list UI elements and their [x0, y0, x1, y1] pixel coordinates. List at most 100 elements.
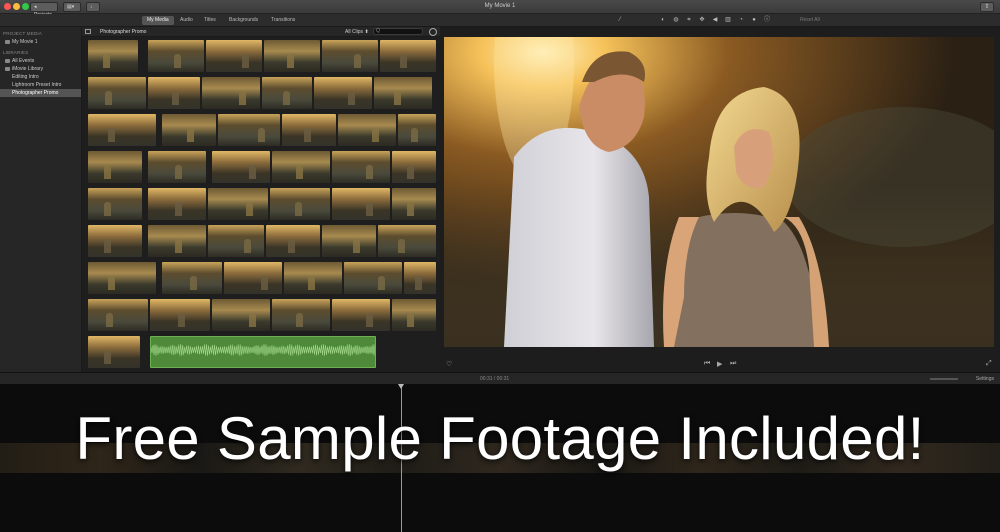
skip-back-icon[interactable]: ⏮ [704, 360, 710, 368]
sidebar-item-imovie-library[interactable]: iMovie Library [0, 65, 81, 73]
speed-icon[interactable]: ◔ [737, 16, 745, 25]
media-clip-thumbnail[interactable] [272, 299, 330, 331]
media-clip-thumbnail[interactable] [322, 225, 376, 257]
media-clip-thumbnail[interactable] [88, 188, 142, 220]
media-clip-thumbnail[interactable] [314, 77, 372, 109]
thumbnail-figure [106, 313, 113, 327]
sidebar-item-editing-intro[interactable]: Editing Intro [0, 73, 81, 81]
thumbnail-figure [371, 128, 379, 142]
tab-backgrounds[interactable]: Backgrounds [224, 16, 263, 25]
media-clip-thumbnail[interactable] [378, 225, 436, 257]
thumbnail-figure [175, 165, 183, 179]
media-clip-thumbnail[interactable] [392, 151, 436, 183]
thumbnail-figure [365, 313, 373, 327]
media-clip-thumbnail[interactable] [284, 262, 342, 294]
media-clip-thumbnail[interactable] [88, 114, 156, 146]
media-clip-thumbnail[interactable] [208, 188, 268, 220]
sidebar-item-project[interactable]: My Movie 1 [0, 38, 81, 46]
thumbnail-figure [105, 91, 113, 105]
timeline-settings-button[interactable]: Settings [976, 376, 994, 382]
crop-icon[interactable]: ⌗ [685, 16, 693, 25]
media-clip-thumbnail[interactable] [332, 151, 390, 183]
media-clip-thumbnail[interactable] [88, 225, 142, 257]
media-clip-thumbnail[interactable] [404, 262, 436, 294]
thumbnail-figure [286, 54, 294, 68]
media-clip-thumbnail[interactable] [224, 262, 282, 294]
media-clip-thumbnail[interactable] [332, 299, 390, 331]
media-clip-thumbnail[interactable] [206, 40, 262, 72]
media-clip-thumbnail[interactable] [88, 262, 156, 294]
media-browser: Photographer Promo All Clips ⬍ Q [82, 27, 440, 372]
timeline-zoom-slider[interactable] [930, 378, 958, 380]
browser-header: Photographer Promo All Clips ⬍ Q [82, 27, 440, 37]
thumbnail-figure [108, 128, 116, 142]
media-clip-thumbnail[interactable] [202, 77, 260, 109]
tab-titles[interactable]: Titles [199, 16, 221, 25]
media-clip-thumbnail[interactable] [88, 151, 142, 183]
gear-icon[interactable] [429, 28, 437, 36]
audio-clip[interactable] [150, 336, 376, 368]
media-clip-thumbnail[interactable] [344, 262, 402, 294]
sidebar-toggle-icon[interactable] [85, 29, 91, 34]
media-clip-thumbnail[interactable] [392, 299, 436, 331]
color-correction-icon[interactable]: ◍ [672, 16, 680, 25]
fullscreen-icon[interactable]: ⤢ [986, 360, 992, 368]
media-clip-thumbnail[interactable] [88, 299, 148, 331]
media-clip-thumbnail[interactable] [264, 40, 320, 72]
share-icon[interactable]: ⇧ [980, 2, 994, 12]
clip-row [82, 76, 440, 110]
tab-transitions[interactable]: Transitions [266, 16, 300, 25]
thumbnail-figure [354, 54, 362, 68]
media-clip-thumbnail[interactable] [374, 77, 432, 109]
search-input[interactable]: Q [373, 28, 423, 35]
media-clip-thumbnail[interactable] [398, 114, 436, 146]
media-clip-thumbnail[interactable] [208, 225, 264, 257]
media-clip-thumbnail[interactable] [148, 151, 206, 183]
playhead-handle-icon[interactable] [398, 384, 404, 389]
media-clip-thumbnail[interactable] [338, 114, 396, 146]
media-clip-thumbnail[interactable] [380, 40, 436, 72]
media-clip-thumbnail[interactable] [88, 77, 146, 109]
media-clip-thumbnail[interactable] [148, 40, 204, 72]
magic-wand-icon[interactable]: ⁄ [616, 16, 624, 25]
clip-row [82, 187, 440, 221]
thumbnail-figure [282, 91, 290, 105]
filter-icon[interactable]: ● [750, 16, 758, 25]
media-clip-thumbnail[interactable] [212, 151, 270, 183]
favorite-heart-icon[interactable]: ♡ [446, 360, 452, 368]
media-clip-thumbnail[interactable] [332, 188, 390, 220]
media-clip-thumbnail[interactable] [162, 114, 216, 146]
reset-all-button[interactable]: Reset All [800, 17, 820, 23]
tab-audio[interactable]: Audio [175, 16, 198, 25]
media-clip-thumbnail[interactable] [272, 151, 330, 183]
media-clip-thumbnail[interactable] [162, 262, 222, 294]
skip-forward-icon[interactable]: ⏭ [730, 360, 736, 368]
noise-reduction-icon[interactable]: ▥ [724, 16, 732, 25]
media-clip-thumbnail[interactable] [148, 225, 206, 257]
media-clip-thumbnail[interactable] [148, 77, 200, 109]
info-icon[interactable]: ⓘ [763, 16, 771, 25]
media-clip-thumbnail[interactable] [266, 225, 320, 257]
media-clip-thumbnail[interactable] [282, 114, 336, 146]
media-clip-thumbnail[interactable] [148, 188, 206, 220]
media-clip-thumbnail[interactable] [150, 299, 210, 331]
color-balance-icon[interactable]: ◐ [659, 16, 667, 25]
volume-icon[interactable]: ◀ [711, 16, 719, 25]
thumbnail-figure [353, 239, 361, 253]
tab-my-media[interactable]: My Media [142, 16, 174, 25]
stabilization-icon[interactable]: ✥ [698, 16, 706, 25]
media-clip-thumbnail[interactable] [212, 299, 270, 331]
clip-filter-dropdown[interactable]: All Clips ⬍ [345, 29, 369, 35]
sidebar-item-photographer-promo[interactable]: Photographer Promo [0, 89, 81, 97]
media-clip-thumbnail[interactable] [322, 40, 378, 72]
media-clip-thumbnail[interactable] [88, 336, 140, 368]
sidebar-item-lightroom-preset-intro[interactable]: Lightroom Preset Intro [0, 81, 81, 89]
media-clip-thumbnail[interactable] [88, 40, 138, 72]
sidebar-item-all-events[interactable]: All Events [0, 57, 81, 65]
media-clip-thumbnail[interactable] [218, 114, 280, 146]
media-clip-thumbnail[interactable] [392, 188, 436, 220]
media-clip-thumbnail[interactable] [270, 188, 330, 220]
play-button[interactable]: ▶ [717, 360, 722, 368]
media-clip-thumbnail[interactable] [262, 77, 312, 109]
event-title: Photographer Promo [100, 29, 147, 35]
